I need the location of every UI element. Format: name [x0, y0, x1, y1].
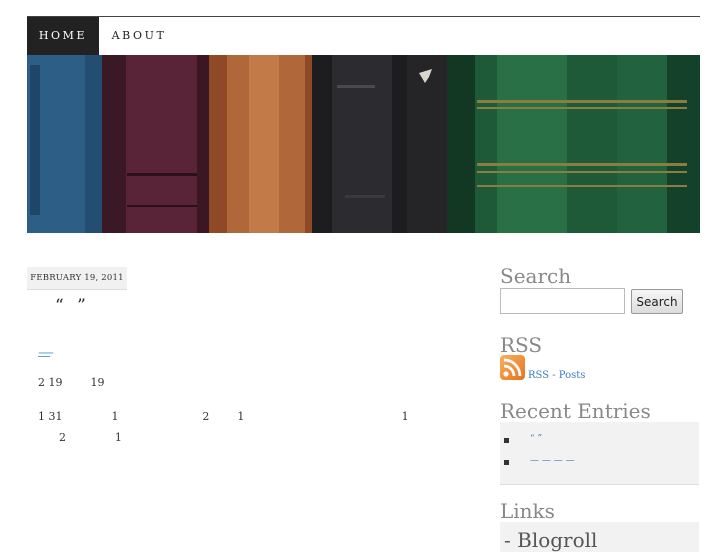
blogroll-heading: - Blogroll [504, 528, 598, 552]
rss-widget-title: RSS [500, 333, 543, 357]
recent-entry-link[interactable]: — — — — [530, 456, 575, 466]
header-image [27, 55, 700, 233]
list-bullet [504, 438, 509, 443]
search-input[interactable] [500, 288, 625, 314]
list-bullet [504, 460, 509, 465]
rss-icon[interactable] [500, 355, 525, 380]
search-widget-title: Search [500, 264, 572, 288]
recent-entry-link[interactable]: “ ” [530, 434, 542, 444]
recent-entries-list [500, 422, 699, 485]
post-title[interactable]: “ ” [55, 296, 86, 316]
post-paragraph: 1 31 1 2 1 1 [38, 410, 409, 423]
nav-home[interactable]: HOME [27, 17, 99, 55]
post-paragraph: 2 1 [38, 431, 122, 444]
post-author-link[interactable]: — [38, 342, 54, 361]
links-widget-title: Links [500, 499, 555, 523]
recent-entries-title: Recent Entries [500, 399, 651, 423]
search-button[interactable]: Search [631, 289, 683, 314]
post-paragraph: 2 19 19 [38, 376, 105, 389]
post-date: FEBRUARY 19, 2011 [27, 267, 127, 290]
main-navigation: HOME ABOUT [27, 17, 700, 56]
nav-about[interactable]: ABOUT [103, 17, 175, 55]
rss-posts-link[interactable]: RSS - Posts [528, 370, 585, 381]
